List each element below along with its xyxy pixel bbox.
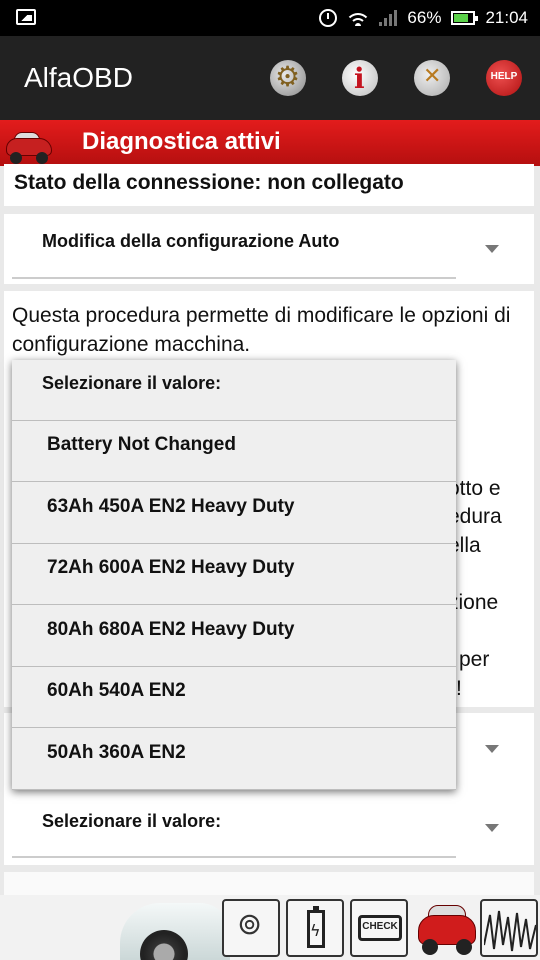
help-icon[interactable]: [486, 60, 522, 96]
dropdown-option[interactable]: 50Ah 360A EN2: [12, 729, 456, 790]
section-header: Diagnostica attivi: [0, 120, 540, 166]
bottom-toolbar: CHECK: [0, 895, 540, 960]
battery-icon: [451, 11, 479, 25]
dropdown-option[interactable]: 60Ah 540A EN2: [12, 667, 456, 728]
description-fragment: edura: [448, 505, 502, 528]
value-dropdown-popup: Selezionare il valore: Battery Not Chang…: [12, 360, 456, 790]
check-engine-icon[interactable]: CHECK: [350, 899, 408, 957]
dropdown-option[interactable]: 63Ah 450A EN2 Heavy Duty: [12, 483, 456, 544]
battery-percent: 66%: [407, 8, 442, 27]
battery-test-icon[interactable]: [286, 899, 344, 957]
dropdown-header-label: Selezionare il valore:: [42, 373, 222, 393]
procedure-spinner-value: Modifica della configurazione Auto: [42, 231, 340, 251]
spinner-underline: [12, 856, 456, 858]
spinner-underline: [12, 277, 456, 279]
connection-status-card: Stato della connessione: non collegato: [4, 164, 534, 206]
tools-icon[interactable]: [414, 60, 450, 96]
dropdown-option-label: 80Ah 680A EN2 Heavy Duty: [47, 619, 295, 640]
dropdown-option-label: Battery Not Changed: [47, 434, 236, 455]
dropdown-option[interactable]: 72Ah 600A EN2 Heavy Duty: [12, 544, 456, 605]
dropdown-option-label: 72Ah 600A EN2 Heavy Duty: [47, 557, 295, 578]
car-icon: [4, 124, 54, 164]
value-spinner-value: Selezionare il valore:: [42, 811, 222, 831]
chevron-down-icon: [485, 745, 499, 753]
dropdown-option[interactable]: 80Ah 680A EN2 Heavy Duty: [12, 606, 456, 667]
dropdown-option-label: 63Ah 450A EN2 Heavy Duty: [47, 496, 295, 517]
waveform-icon[interactable]: [480, 899, 538, 957]
car-image: [120, 895, 230, 960]
dropdown-option-label: 60Ah 540A EN2: [47, 680, 186, 701]
signal-icon: [379, 10, 398, 26]
dropdown-header: Selezionare il valore:: [12, 360, 456, 421]
car-icon[interactable]: [416, 897, 478, 957]
image-icon: [16, 9, 36, 25]
gear-icon[interactable]: [270, 60, 306, 96]
connection-status: Stato della connessione: non collegato: [14, 171, 404, 194]
wifi-icon: [347, 10, 370, 26]
dropdown-option-label: 50Ah 360A EN2: [47, 742, 186, 763]
description-fragment: per: [459, 648, 490, 671]
status-bar: 66% 21:04: [0, 0, 540, 36]
chevron-down-icon: [485, 824, 499, 832]
dropdown-option[interactable]: Battery Not Changed: [12, 421, 456, 482]
description-text: Questa procedura permette di modificare …: [12, 304, 511, 356]
section-title: Diagnostica attivi: [82, 128, 281, 155]
chevron-down-icon: [485, 245, 499, 253]
alarm-icon: [319, 9, 338, 27]
app-bar: AlfaOBD: [0, 36, 540, 120]
status-bar-right: 66% 21:04: [319, 0, 528, 36]
description-fragment: !: [456, 677, 462, 700]
app-title: AlfaOBD: [24, 62, 133, 93]
check-engine-label: CHECK: [362, 921, 398, 932]
clock: 21:04: [485, 8, 528, 27]
info-icon[interactable]: [342, 60, 378, 96]
procedure-spinner[interactable]: Modifica della configurazione Auto: [4, 214, 534, 284]
key-icon[interactable]: [222, 899, 280, 957]
